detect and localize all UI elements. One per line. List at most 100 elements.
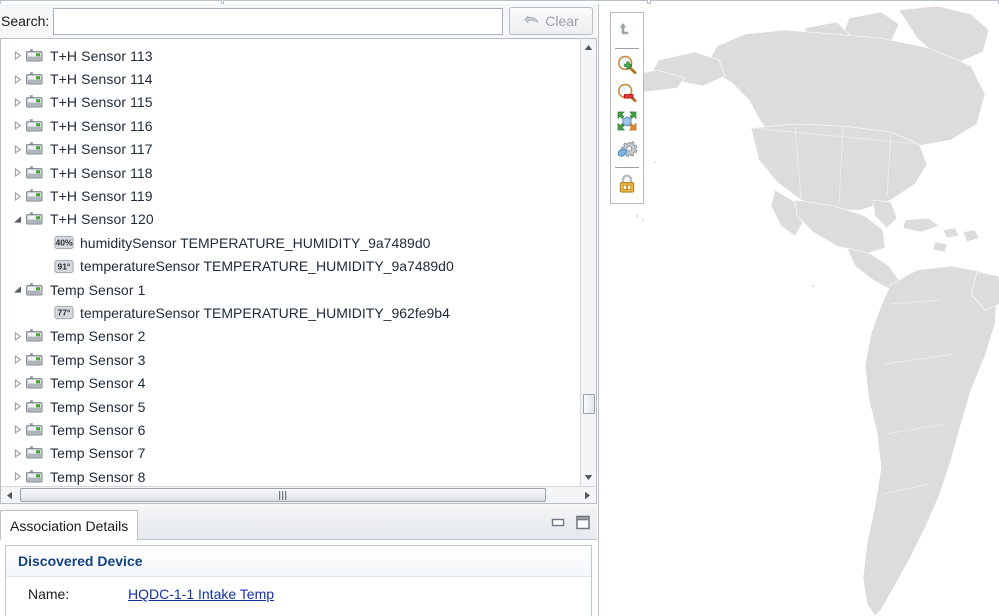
tree-row-label: T+H Sensor 115 xyxy=(50,94,153,111)
device-tree: T+H Sensor 113 T+H Sensor 114 T+H Sensor 1… xyxy=(0,38,597,504)
tree-row[interactable]: Temp Sensor 6 xyxy=(1,418,580,441)
zoom-in-button[interactable] xyxy=(613,52,641,80)
twisty-collapsed-icon[interactable] xyxy=(9,445,25,461)
tree-row[interactable]: Temp Sensor 8 xyxy=(1,465,580,486)
tree-row[interactable]: 91° temperatureSensor TEMPERATURE_HUMIDIT… xyxy=(1,255,580,278)
tree-row-label: Temp Sensor 1 xyxy=(50,281,146,298)
discovered-device-section: Discovered Device Name: HQDC-1-1 Intake … xyxy=(5,545,592,616)
twisty-collapsed-icon[interactable] xyxy=(9,188,25,204)
svg-text:40%: 40% xyxy=(55,238,72,248)
tree-row-label: Temp Sensor 8 xyxy=(50,468,146,485)
horizontal-scroll-thumb[interactable] xyxy=(20,488,546,502)
scroll-up-button[interactable] xyxy=(581,39,596,56)
map-toolbar xyxy=(610,12,644,204)
tree-row-label: T+H Sensor 113 xyxy=(50,47,153,64)
tree-row[interactable]: T+H Sensor 114 xyxy=(1,67,580,90)
tree-row-label: T+H Sensor 120 xyxy=(50,211,154,228)
twisty-collapsed-icon[interactable] xyxy=(9,118,25,134)
sensor-device-icon xyxy=(26,165,43,179)
scroll-left-button[interactable] xyxy=(1,487,18,503)
tab-association-details[interactable]: Association Details xyxy=(0,510,139,541)
maximize-icon[interactable] xyxy=(575,515,591,533)
clear-button-label: Clear xyxy=(545,13,579,29)
zoom-out-icon xyxy=(616,82,638,107)
sensor-device-icon xyxy=(26,469,43,483)
settings-button[interactable] xyxy=(613,136,641,164)
tree-row[interactable]: T+H Sensor 115 xyxy=(1,91,580,114)
search-input[interactable] xyxy=(53,7,503,35)
settings-gear-icon xyxy=(616,138,638,163)
details-tab-bar: Association Details xyxy=(0,508,597,541)
sensor-device-icon xyxy=(26,376,43,389)
panel-window-buttons xyxy=(550,515,591,533)
tree-row[interactable]: T+H Sensor 120 xyxy=(1,208,580,231)
clear-button[interactable]: Clear xyxy=(509,7,593,35)
svg-text:91°: 91° xyxy=(58,261,71,271)
tree-row[interactable]: Temp Sensor 2 xyxy=(1,325,580,348)
sensor-device-icon xyxy=(26,72,43,85)
sensor-device-icon xyxy=(26,352,43,366)
twisty-collapsed-icon[interactable] xyxy=(9,422,25,438)
sensor-device-icon xyxy=(26,95,43,108)
tree-row[interactable]: Temp Sensor 3 xyxy=(1,348,580,371)
application-window: Search: Clear T+H Sensor 113 T+H Sensor 1… xyxy=(0,0,999,616)
tree-row[interactable]: Temp Sensor 1 xyxy=(1,278,580,301)
svg-text:77°: 77° xyxy=(58,308,71,318)
twisty-expanded-icon[interactable] xyxy=(9,211,25,227)
sensor-device-icon xyxy=(26,119,43,132)
twisty-collapsed-icon[interactable] xyxy=(9,165,25,181)
tree-row[interactable]: T+H Sensor 117 xyxy=(1,138,580,161)
map-panel[interactable] xyxy=(598,4,999,616)
twisty-collapsed-icon[interactable] xyxy=(9,469,25,485)
undo-button[interactable] xyxy=(613,17,641,45)
temperature-reading-badge: 77° xyxy=(54,306,74,320)
name-field-link[interactable]: HQDC-1-1 Intake Temp xyxy=(128,586,274,602)
tree-row[interactable]: Temp Sensor 4 xyxy=(1,371,580,394)
twisty-collapsed-icon[interactable] xyxy=(9,94,25,110)
tree-horizontal-scrollbar[interactable] xyxy=(1,486,596,503)
association-details-panel: Association Details Discovered Device Na… xyxy=(0,508,597,616)
sensor-device-icon xyxy=(26,142,43,155)
search-label: Search: xyxy=(1,13,50,29)
tree-row-label: Temp Sensor 2 xyxy=(50,328,146,345)
tab-association-details-label: Association Details xyxy=(10,518,129,534)
tree-row-label: Temp Sensor 7 xyxy=(50,445,146,462)
tree-row-label: Temp Sensor 4 xyxy=(50,375,146,392)
scroll-grip-icon xyxy=(278,488,289,503)
horizontal-scroll-track[interactable] xyxy=(18,487,579,503)
tree-row-label: T+H Sensor 119 xyxy=(50,188,153,205)
twisty-collapsed-icon[interactable] xyxy=(9,48,25,64)
lock-button[interactable] xyxy=(613,171,641,199)
fit-to-view-button[interactable] xyxy=(613,108,641,136)
twisty-collapsed-icon[interactable] xyxy=(9,328,25,344)
tree-vertical-scrollbar[interactable] xyxy=(580,39,596,486)
tree-row[interactable]: Temp Sensor 5 xyxy=(1,395,580,418)
tree-row[interactable]: 40% humiditySensor TEMPERATURE_HUMIDITY_9… xyxy=(1,231,580,254)
world-map[interactable] xyxy=(599,4,999,616)
device-tree-viewport[interactable]: T+H Sensor 113 T+H Sensor 114 T+H Sensor 1… xyxy=(1,39,580,486)
tree-row[interactable]: T+H Sensor 118 xyxy=(1,161,580,184)
tree-row-label: T+H Sensor 117 xyxy=(50,141,153,158)
scroll-down-button[interactable] xyxy=(581,469,596,486)
scroll-right-button[interactable] xyxy=(579,487,596,503)
vertical-scroll-thumb[interactable] xyxy=(583,394,595,414)
minimize-icon[interactable] xyxy=(550,516,566,532)
twisty-collapsed-icon[interactable] xyxy=(9,375,25,391)
twisty-expanded-icon[interactable] xyxy=(9,282,25,298)
tree-row-label: temperatureSensor TEMPERATURE_HUMIDITY_9… xyxy=(80,304,450,321)
twisty-collapsed-icon[interactable] xyxy=(9,141,25,157)
tree-row[interactable]: T+H Sensor 116 xyxy=(1,114,580,137)
tree-row[interactable]: 77° temperatureSensor TEMPERATURE_HUMIDIT… xyxy=(1,301,580,324)
twisty-collapsed-icon[interactable] xyxy=(9,71,25,87)
twisty-collapsed-icon[interactable] xyxy=(9,399,25,415)
temperature-reading-badge: 91° xyxy=(54,259,74,273)
toolbar-separator-2 xyxy=(615,167,639,168)
details-body: Discovered Device Name: HQDC-1-1 Intake … xyxy=(0,540,597,616)
zoom-out-button[interactable] xyxy=(613,80,641,108)
tree-row[interactable]: T+H Sensor 113 xyxy=(1,44,580,67)
tree-row[interactable]: Temp Sensor 7 xyxy=(1,442,580,465)
twisty-collapsed-icon[interactable] xyxy=(9,352,25,368)
fit-to-view-icon xyxy=(616,110,638,135)
tree-row[interactable]: T+H Sensor 119 xyxy=(1,184,580,207)
device-browser-panel: Search: Clear T+H Sensor 113 T+H Sensor 1… xyxy=(0,4,597,616)
